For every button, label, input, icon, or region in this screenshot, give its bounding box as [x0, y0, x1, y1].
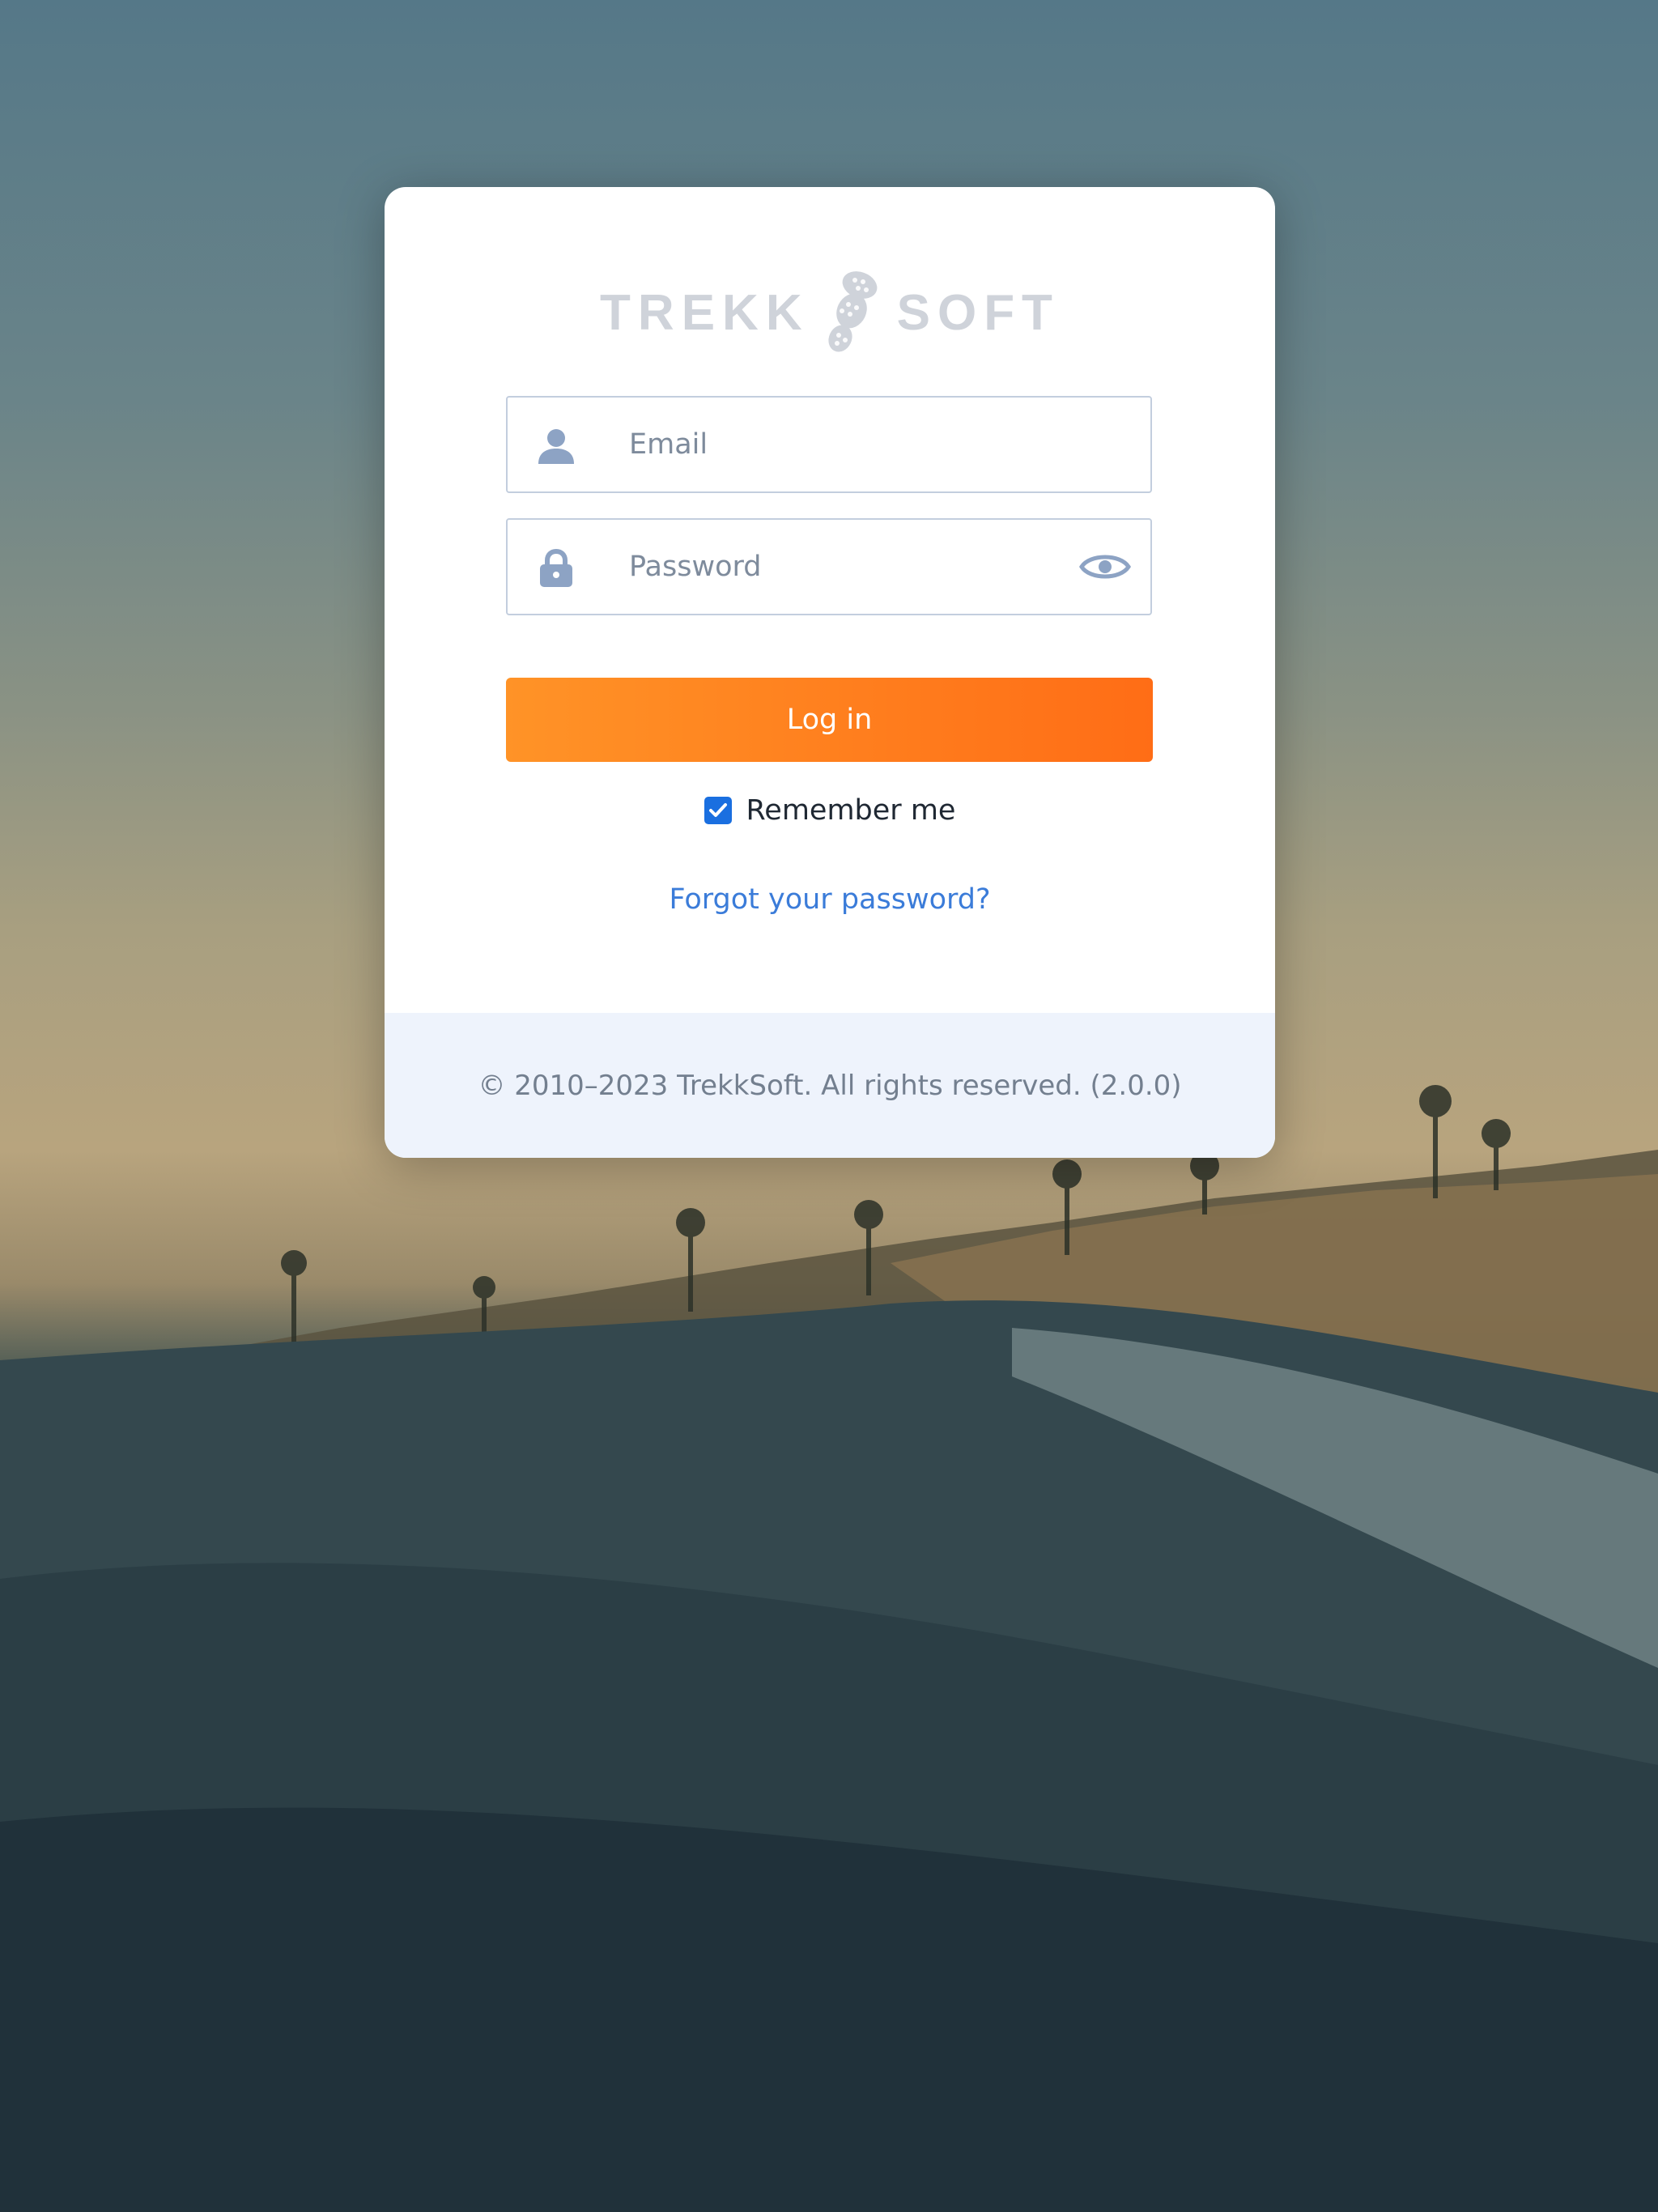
- trekksoft-logo: TREKK SOFT: [385, 268, 1275, 357]
- eye-icon[interactable]: [1079, 549, 1131, 585]
- email-field[interactable]: Email: [506, 396, 1152, 493]
- checkmark-icon: [708, 803, 727, 817]
- logo-text-right: SOFT: [896, 284, 1060, 341]
- login-button[interactable]: Log in: [506, 678, 1153, 762]
- password-placeholder: Password: [629, 551, 762, 583]
- password-field[interactable]: Password: [506, 518, 1152, 615]
- remember-checkbox[interactable]: [704, 797, 732, 824]
- login-card: TREKK SOFT Email Password Log in Remembe…: [385, 187, 1275, 1158]
- lock-icon: [540, 549, 572, 587]
- card-footer: © 2010–2023 TrekkSoft. All rights reserv…: [385, 1013, 1275, 1158]
- user-icon: [538, 429, 574, 464]
- logo-text-left: TREKK: [600, 284, 810, 341]
- copyright-text: © 2010–2023 TrekkSoft. All rights reserv…: [478, 1069, 1182, 1102]
- footprint-icon: [828, 271, 877, 352]
- forgot-password-link[interactable]: Forgot your password?: [385, 883, 1275, 916]
- remember-label[interactable]: Remember me: [746, 794, 956, 827]
- email-placeholder: Email: [629, 428, 708, 461]
- remember-me: Remember me: [385, 790, 1275, 831]
